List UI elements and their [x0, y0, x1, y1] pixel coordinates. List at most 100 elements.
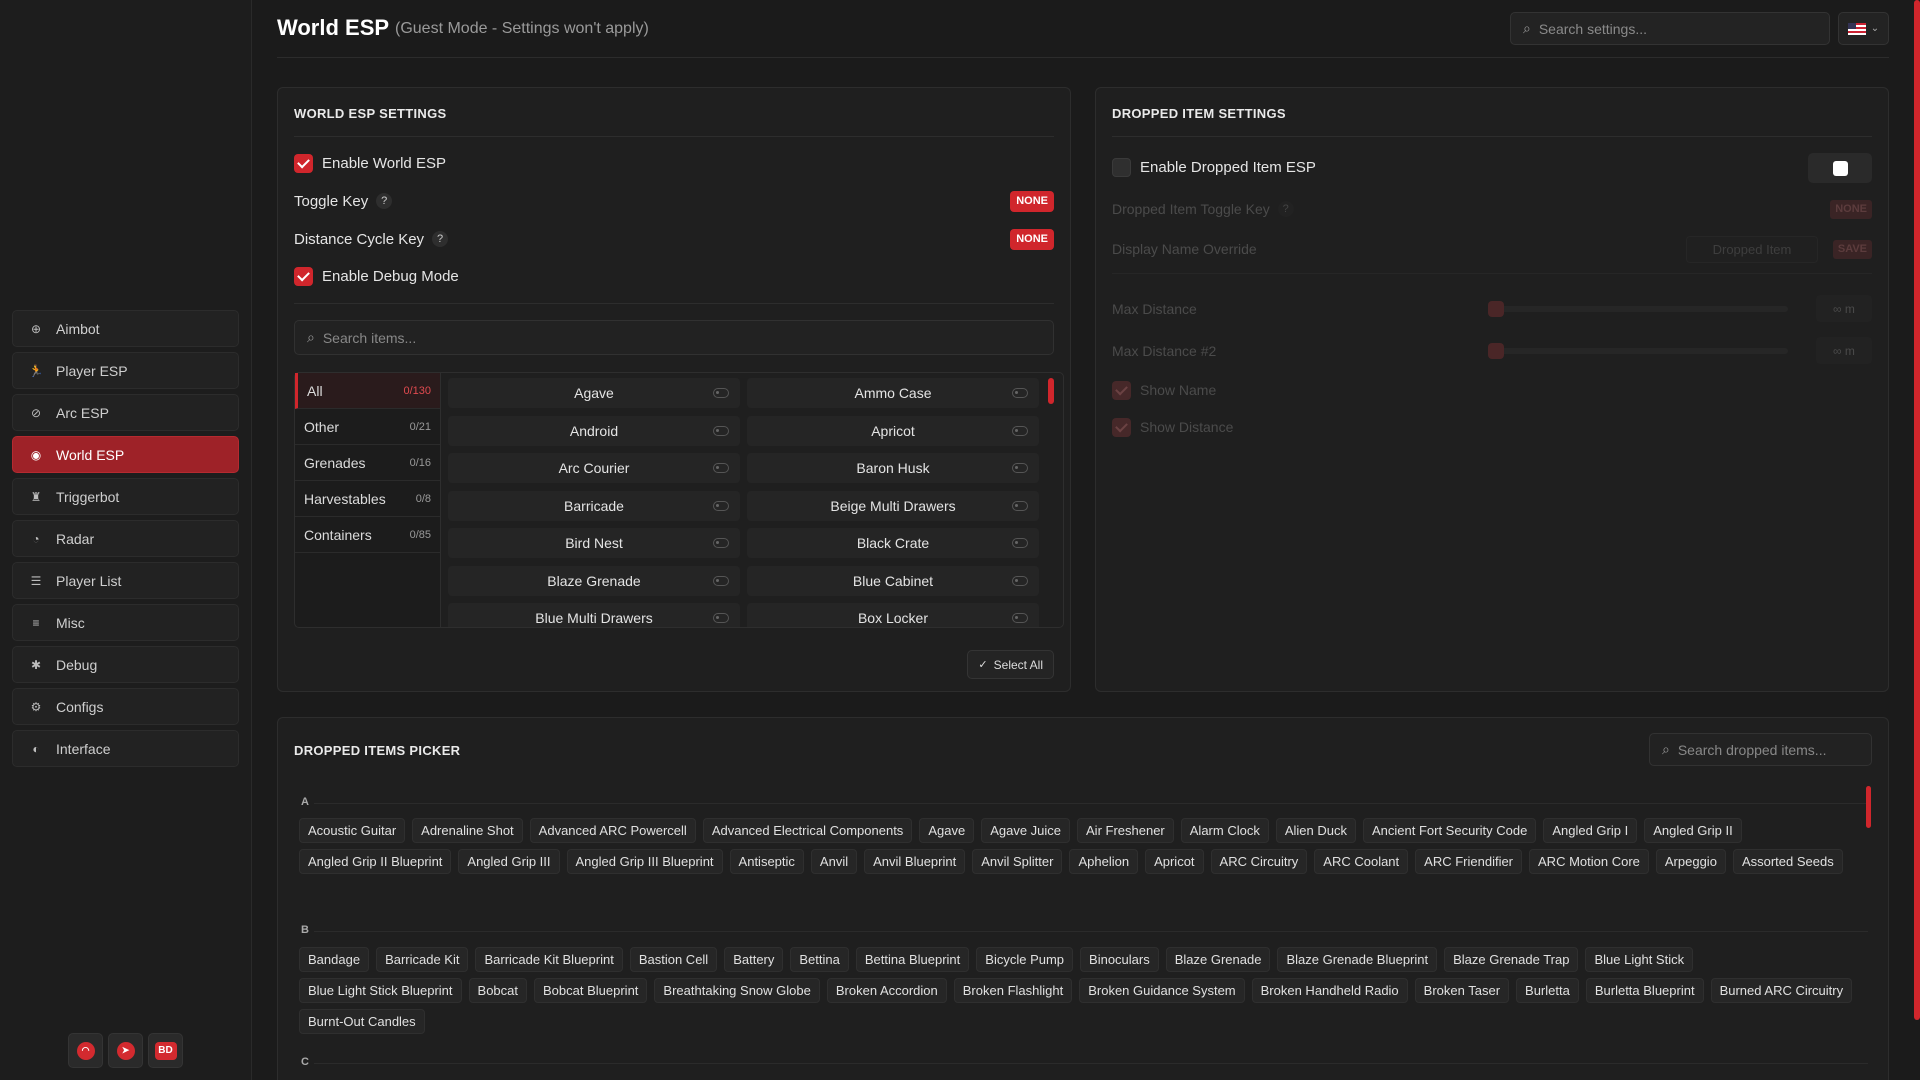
max-distance-2-slider[interactable] — [1488, 348, 1788, 354]
dropped-item-chip[interactable]: ARC Circuitry — [1210, 849, 1308, 874]
sidebar-item-interface[interactable]: ◐ Interface — [12, 730, 239, 767]
bd-logo-button[interactable]: BD — [148, 1033, 183, 1068]
item-toggle-blue-cabinet[interactable]: Blue Cabinet — [747, 565, 1039, 596]
dropped-item-chip[interactable]: Assorted Seeds — [1732, 849, 1843, 874]
dropped-item-chip[interactable]: Acoustic Guitar — [299, 818, 406, 843]
dropped-item-chip[interactable]: Advanced Electrical Components — [702, 818, 913, 843]
dropped-item-chip[interactable]: Anvil Splitter — [972, 849, 1063, 874]
distance-cycle-key-button[interactable]: NONE — [1010, 228, 1054, 250]
dropped-item-chip[interactable]: Agave — [919, 818, 975, 843]
search-items-input[interactable]: ⌕ Search items... — [294, 320, 1054, 355]
toggle-key-button[interactable]: NONE — [1010, 190, 1054, 212]
select-all-button[interactable]: ✓ Select All — [967, 650, 1054, 679]
help-icon[interactable]: ? — [376, 193, 393, 209]
toggle-icon[interactable] — [713, 500, 729, 511]
picker-scrollbar[interactable] — [1866, 786, 1871, 828]
item-toggle-ammo-case[interactable]: Ammo Case — [747, 378, 1039, 408]
dropped-item-chip[interactable]: Broken Accordion — [826, 978, 947, 1003]
dropped-item-chip[interactable]: Burnt-Out Candles — [299, 1009, 425, 1034]
search-dropped-items-input[interactable]: ⌕ Search dropped items... — [1649, 733, 1872, 766]
color-picker-button[interactable] — [1808, 153, 1872, 183]
sidebar-item-configs[interactable]: ⚙ Configs — [12, 688, 239, 725]
item-toggle-baron-husk[interactable]: Baron Husk — [747, 453, 1039, 483]
show-name-checkbox[interactable] — [1112, 380, 1131, 400]
max-distance-2-slider-handle[interactable] — [1488, 343, 1504, 359]
show-name-row[interactable]: Show Name — [1112, 378, 1872, 402]
toggle-icon[interactable] — [1012, 500, 1028, 511]
enable-dropped-esp-checkbox[interactable] — [1112, 157, 1131, 177]
dropped-item-chip[interactable]: Bandage — [299, 947, 370, 972]
sidebar-item-arc-esp[interactable]: ⊘ Arc ESP — [12, 394, 239, 431]
sidebar-item-radar[interactable]: ◔ Radar — [12, 520, 239, 557]
dropped-item-chip[interactable]: Bastion Cell — [629, 947, 718, 972]
dropped-item-chip[interactable]: Battery — [724, 947, 784, 972]
toggle-icon[interactable] — [713, 425, 729, 436]
dropped-item-chip[interactable]: Aphelion — [1069, 849, 1139, 874]
dropped-item-chip[interactable]: Broken Handheld Radio — [1251, 978, 1408, 1003]
item-toggle-android[interactable]: Android — [448, 415, 740, 446]
dropped-item-chip[interactable]: Angled Grip III Blueprint — [566, 849, 723, 874]
dropped-item-chip[interactable]: Alarm Clock — [1180, 818, 1269, 843]
dropped-item-chip[interactable]: Burned ARC Circuitry — [1710, 978, 1853, 1003]
sidebar-item-triggerbot[interactable]: ♜ Triggerbot — [12, 478, 239, 515]
toggle-icon[interactable] — [713, 613, 729, 623]
dropped-item-chip[interactable]: Breathtaking Snow Globe — [654, 978, 820, 1003]
dropped-item-chip[interactable]: Anvil — [810, 849, 858, 874]
dropped-item-chip[interactable]: Blue Light Stick — [1585, 947, 1694, 972]
dropped-item-chip[interactable]: Advanced ARC Powercell — [529, 818, 696, 843]
dropped-item-chip[interactable]: Alien Duck — [1275, 818, 1356, 843]
show-distance-checkbox[interactable] — [1112, 417, 1131, 437]
dropped-item-chip[interactable]: Angled Grip II — [1644, 818, 1742, 843]
enable-debug-checkbox[interactable] — [294, 266, 313, 286]
discord-button[interactable]: ◠ — [68, 1033, 103, 1068]
dropped-item-chip[interactable]: Blaze Grenade Blueprint — [1277, 947, 1438, 972]
sidebar-item-aimbot[interactable]: ⊕ Aimbot — [12, 310, 239, 347]
toggle-icon[interactable] — [1012, 613, 1028, 623]
item-toggle-agave[interactable]: Agave — [448, 378, 740, 408]
item-toggle-apricot[interactable]: Apricot — [747, 415, 1039, 446]
dropped-item-chip[interactable]: Binoculars — [1080, 947, 1159, 972]
dropped-item-chip[interactable]: Angled Grip II Blueprint — [299, 849, 452, 874]
page-scrollbar[interactable] — [1914, 0, 1920, 1020]
max-distance-slider-handle[interactable] — [1488, 301, 1504, 317]
item-toggle-barricade[interactable]: Barricade — [448, 490, 740, 521]
dropped-item-chip[interactable]: Arpeggio — [1655, 849, 1726, 874]
dropped-item-chip[interactable]: Antiseptic — [729, 849, 804, 874]
toggle-icon[interactable] — [1012, 463, 1028, 473]
dropped-item-chip[interactable]: Agave Juice — [981, 818, 1071, 843]
show-distance-row[interactable]: Show Distance — [1112, 415, 1872, 439]
max-distance-2-value[interactable]: ∞ m — [1816, 337, 1872, 364]
dropped-item-chip[interactable]: Blaze Grenade — [1165, 947, 1271, 972]
telegram-button[interactable]: ➤ — [108, 1033, 143, 1068]
item-toggle-blue-multi-drawers[interactable]: Blue Multi Drawers — [448, 603, 740, 627]
dropped-item-chip[interactable]: Adrenaline Shot — [412, 818, 523, 843]
max-distance-slider[interactable] — [1488, 306, 1788, 312]
dropped-item-chip[interactable]: Barricade Kit Blueprint — [475, 947, 623, 972]
category-grenades[interactable]: Grenades 0/16 — [295, 445, 440, 481]
category-all[interactable]: All 0/130 — [295, 373, 440, 409]
category-containers[interactable]: Containers 0/85 — [295, 517, 440, 553]
item-toggle-blaze-grenade[interactable]: Blaze Grenade — [448, 565, 740, 596]
item-toggle-black-crate[interactable]: Black Crate — [747, 528, 1039, 558]
dropped-item-chip[interactable]: Burletta Blueprint — [1585, 978, 1704, 1003]
dropped-item-chip[interactable]: Broken Taser — [1414, 978, 1510, 1003]
dropped-item-chip[interactable]: Bettina — [790, 947, 849, 972]
search-settings-input[interactable]: ⌕ Search settings... — [1510, 12, 1830, 45]
toggle-icon[interactable] — [1012, 388, 1028, 398]
dropped-item-chip[interactable]: Broken Guidance System — [1079, 978, 1245, 1003]
toggle-icon[interactable] — [1012, 575, 1028, 586]
toggle-icon[interactable] — [713, 388, 729, 398]
dropped-item-chip[interactable]: ARC Motion Core — [1529, 849, 1649, 874]
help-icon[interactable]: ? — [1277, 201, 1294, 217]
help-icon[interactable]: ? — [432, 231, 449, 247]
dropped-item-chip[interactable]: ARC Friendifier — [1415, 849, 1523, 874]
dropped-item-chip[interactable]: Bobcat Blueprint — [534, 978, 648, 1003]
item-grid-scrollbar[interactable] — [1048, 378, 1054, 404]
enable-debug-row[interactable]: Enable Debug Mode — [294, 264, 1054, 288]
enable-world-esp-checkbox[interactable] — [294, 153, 313, 173]
sidebar-item-player-esp[interactable]: 🏃 Player ESP — [12, 352, 239, 389]
dropped-item-chip[interactable]: Angled Grip I — [1543, 818, 1638, 843]
sidebar-item-player-list[interactable]: ☰ Player List — [12, 562, 239, 599]
toggle-icon[interactable] — [713, 538, 729, 548]
language-select[interactable]: ⌄ — [1838, 12, 1889, 45]
